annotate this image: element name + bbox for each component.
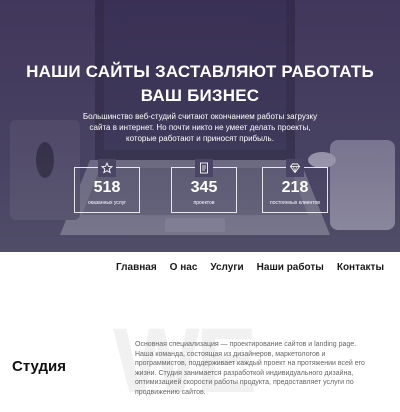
- section-title: Студия: [12, 358, 67, 375]
- stat-card-projects: 345 проектов: [171, 159, 237, 213]
- hero-title-line: НАШИ САЙТЫ ЗАСТАВЛЯЮТ РАБОТАТЬ: [26, 62, 374, 81]
- stat-label: оказанных услуг: [87, 200, 127, 206]
- stat-card-services: 518 оказанных услуг: [74, 159, 140, 213]
- document-icon: [195, 159, 213, 177]
- nav-item-contacts[interactable]: Контакты: [337, 262, 384, 273]
- hero-title-line: ВАШ БИЗНЕС: [140, 86, 260, 105]
- star-icon: [98, 159, 116, 177]
- stat-value: 518: [93, 179, 121, 196]
- stat-card-clients: 218 постоянных клиентов: [262, 159, 328, 213]
- main-nav: Главная О нас Услуги Наши работы Контакт…: [116, 262, 384, 273]
- stat-value: 218: [281, 179, 309, 196]
- nav-item-home[interactable]: Главная: [116, 262, 157, 273]
- hero-subtitle-line: сайта в интернет. Но почти никто не умее…: [89, 123, 311, 132]
- nav-item-about[interactable]: О нас: [170, 262, 198, 273]
- stat-label: проектов: [193, 200, 215, 206]
- hero-section: НАШИ САЙТЫ ЗАСТАВЛЯЮТ РАБОТАТЬ ВАШ БИЗНЕ…: [0, 0, 400, 252]
- stat-label: постоянных клиентов: [270, 200, 320, 206]
- hero-title: НАШИ САЙТЫ ЗАСТАВЛЯЮТ РАБОТАТЬ ВАШ БИЗНЕ…: [0, 60, 400, 108]
- stat-value: 345: [190, 179, 218, 196]
- hero-subtitle: Большинство веб-студий считают окончание…: [80, 111, 320, 144]
- nav-item-works[interactable]: Наши работы: [257, 262, 324, 273]
- hero-subtitle-line: которые работают и приносят прибыль.: [126, 134, 274, 143]
- diamond-icon: [286, 159, 304, 177]
- studio-description: Основная специализация — проектирование …: [135, 341, 365, 396]
- nav-item-services[interactable]: Услуги: [210, 262, 243, 273]
- hero-subtitle-line: Большинство веб-студий считают окончание…: [82, 112, 318, 121]
